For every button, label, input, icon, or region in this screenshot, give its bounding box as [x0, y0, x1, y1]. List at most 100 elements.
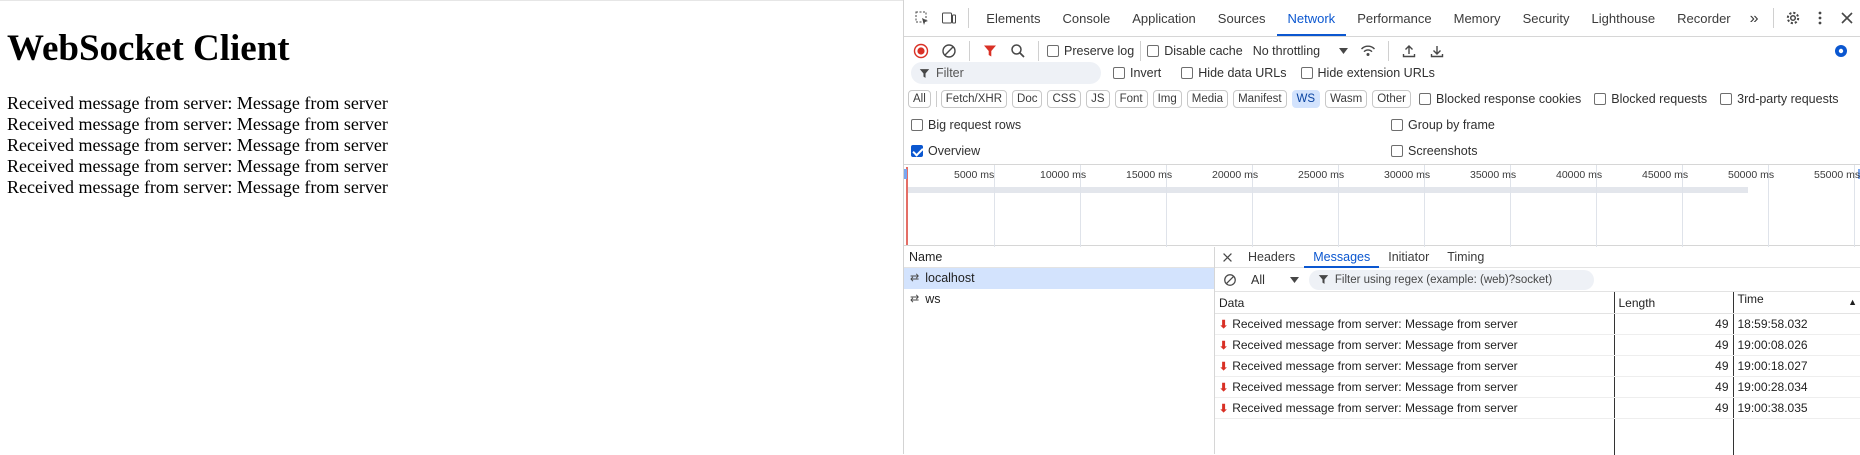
chip-js[interactable]: JS — [1086, 90, 1110, 108]
chip-all[interactable]: All — [908, 90, 931, 108]
chip-img[interactable]: Img — [1152, 90, 1182, 108]
overview-checkbox[interactable]: Overview — [911, 144, 1391, 158]
blocked-requests-checkbox[interactable]: Blocked requests — [1594, 92, 1707, 106]
message-row[interactable]: ⬇ Received message from server: Message f… — [1215, 313, 1860, 335]
message-line: Received message from server: Message fr… — [7, 114, 388, 134]
more-options-kebab-icon[interactable] — [1807, 4, 1834, 32]
chip-font[interactable]: Font — [1114, 90, 1148, 108]
screenshots-checkbox[interactable]: Screenshots — [1391, 144, 1477, 158]
tab-application[interactable]: Application — [1121, 0, 1207, 36]
timeline-left-handle[interactable] — [904, 169, 907, 179]
chip-doc[interactable]: Doc — [1012, 90, 1043, 108]
throttling-select[interactable]: No throttling — [1253, 44, 1349, 58]
settings-gear-icon[interactable] — [1780, 4, 1807, 32]
checkbox-box[interactable] — [1720, 93, 1733, 105]
import-har-upload-icon[interactable] — [1395, 37, 1423, 65]
column-header-length[interactable]: Length — [1614, 292, 1734, 314]
tab-console[interactable]: Console — [1051, 0, 1121, 36]
checkbox-box[interactable] — [1594, 93, 1607, 105]
export-har-download-icon[interactable] — [1423, 37, 1451, 65]
tab-elements[interactable]: Elements — [975, 0, 1051, 36]
inspect-element-icon[interactable] — [908, 4, 935, 32]
checkbox-box[interactable] — [1300, 67, 1313, 79]
preserve-log-checkbox[interactable]: Preserve log — [1047, 44, 1134, 58]
chip-other[interactable]: Other — [1372, 90, 1411, 108]
message-row[interactable]: ⬇ Received message from server: Message f… — [1215, 334, 1860, 356]
messages-header-row: Data Length Time ▲ — [1215, 292, 1860, 314]
invert-checkbox[interactable]: Invert — [1113, 66, 1161, 80]
checkbox-box[interactable] — [1391, 119, 1403, 131]
blocked-response-cookies-label: Blocked response cookies — [1436, 92, 1582, 106]
big-request-rows-checkbox[interactable]: Big request rows — [911, 118, 1391, 132]
regex-filter-input[interactable]: Filter using regex (example: (web)?socke… — [1308, 269, 1594, 290]
message-type-value: All — [1251, 272, 1265, 287]
message-row[interactable]: ⬇ Received message from server: Message f… — [1215, 397, 1860, 419]
network-settings-gear-icon[interactable] — [1827, 37, 1855, 65]
network-conditions-wifi-icon[interactable] — [1354, 37, 1382, 65]
chip-media[interactable]: Media — [1186, 90, 1229, 108]
group-by-frame-checkbox[interactable]: Group by frame — [1391, 118, 1495, 132]
timeline-tick-label: 15000 ms — [1126, 169, 1173, 181]
hide-extension-urls-label: Hide extension URLs — [1317, 66, 1435, 80]
blocked-response-cookies-checkbox[interactable]: Blocked response cookies — [1419, 92, 1581, 106]
message-row[interactable]: ⬇ Received message from server: Message f… — [1215, 355, 1860, 377]
tab-headers[interactable]: Headers — [1239, 247, 1304, 268]
toolbar-divider — [969, 41, 970, 61]
checkbox-box-checked[interactable] — [911, 145, 923, 157]
devtools-tabbar: Elements Console Application Sources Net… — [904, 0, 1860, 37]
clear-icon[interactable] — [935, 37, 963, 65]
regex-filter-placeholder: Filter using regex (example: (web)?socke… — [1334, 273, 1553, 286]
tab-memory[interactable]: Memory — [1443, 0, 1512, 36]
chip-ws[interactable]: WS — [1291, 90, 1321, 108]
filter-funnel-icon[interactable] — [976, 37, 1004, 65]
checkbox-box[interactable] — [1419, 93, 1431, 105]
checkbox-box[interactable] — [1147, 45, 1160, 57]
column-header-data[interactable]: Data — [1215, 292, 1615, 314]
chip-wasm[interactable]: Wasm — [1325, 90, 1368, 108]
hide-data-urls-checkbox[interactable]: Hide data URLs — [1181, 66, 1287, 80]
message-time-cell: 19:00:18.027 — [1733, 355, 1860, 377]
tab-timing[interactable]: Timing — [1438, 247, 1493, 268]
search-icon[interactable] — [1004, 37, 1032, 65]
message-type-select[interactable]: All — [1251, 273, 1299, 287]
tab-recorder[interactable]: Recorder — [1666, 0, 1741, 36]
group-by-frame-label: Group by frame — [1408, 118, 1495, 132]
clear-messages-icon[interactable] — [1217, 269, 1243, 291]
message-row[interactable]: ⬇ Received message from server: Message f… — [1215, 376, 1860, 398]
checkbox-box[interactable] — [1181, 67, 1194, 79]
chip-fetch-xhr[interactable]: Fetch/XHR — [940, 90, 1008, 108]
timeline-overview[interactable]: 5000 ms 10000 ms 15000 ms 20000 ms 25000 ms 3… — [904, 164, 1860, 247]
chip-css[interactable]: CSS — [1047, 90, 1082, 108]
filter-input[interactable]: Filter — [911, 62, 1101, 84]
stop-recording-icon[interactable] — [907, 37, 935, 65]
disable-cache-checkbox[interactable]: Disable cache — [1147, 44, 1243, 58]
device-toolbar-icon[interactable] — [935, 4, 962, 32]
hide-extension-urls-checkbox[interactable]: Hide extension URLs — [1300, 66, 1435, 80]
tab-performance[interactable]: Performance — [1346, 0, 1442, 36]
timeline-tick-label: 35000 ms — [1470, 169, 1517, 181]
checkbox-box[interactable] — [1113, 67, 1125, 79]
tab-security[interactable]: Security — [1512, 0, 1581, 36]
request-row-ws[interactable]: ⇄ ws — [904, 289, 1214, 310]
filter-funnel-icon — [1318, 275, 1329, 284]
chevron-down-icon — [1289, 276, 1299, 283]
tab-network[interactable]: Network — [1276, 0, 1347, 36]
tab-initiator[interactable]: Initiator — [1379, 247, 1438, 268]
third-party-requests-checkbox[interactable]: 3rd-party requests — [1720, 92, 1839, 106]
request-row-localhost[interactable]: ⇄ localhost — [904, 268, 1214, 289]
websocket-icon: ⇄ — [910, 272, 920, 284]
column-header-time[interactable]: Time ▲ — [1733, 292, 1860, 314]
tab-messages[interactable]: Messages — [1304, 247, 1380, 268]
more-tabs-chevron-icon[interactable]: » — [1742, 0, 1767, 36]
tab-sources[interactable]: Sources — [1207, 0, 1277, 36]
checkbox-box[interactable] — [1391, 145, 1403, 157]
name-column-header[interactable]: Name — [904, 247, 1214, 268]
checkbox-box[interactable] — [1047, 45, 1059, 57]
tab-lighthouse[interactable]: Lighthouse — [1581, 0, 1667, 36]
close-detail-icon[interactable] — [1215, 247, 1239, 268]
checkbox-box[interactable] — [911, 119, 923, 131]
message-data-cell: ⬇ Received message from server: Message f… — [1215, 334, 1615, 356]
request-name: ws — [925, 292, 941, 306]
chip-manifest[interactable]: Manifest — [1233, 90, 1287, 108]
close-devtools-icon[interactable] — [1834, 4, 1860, 32]
